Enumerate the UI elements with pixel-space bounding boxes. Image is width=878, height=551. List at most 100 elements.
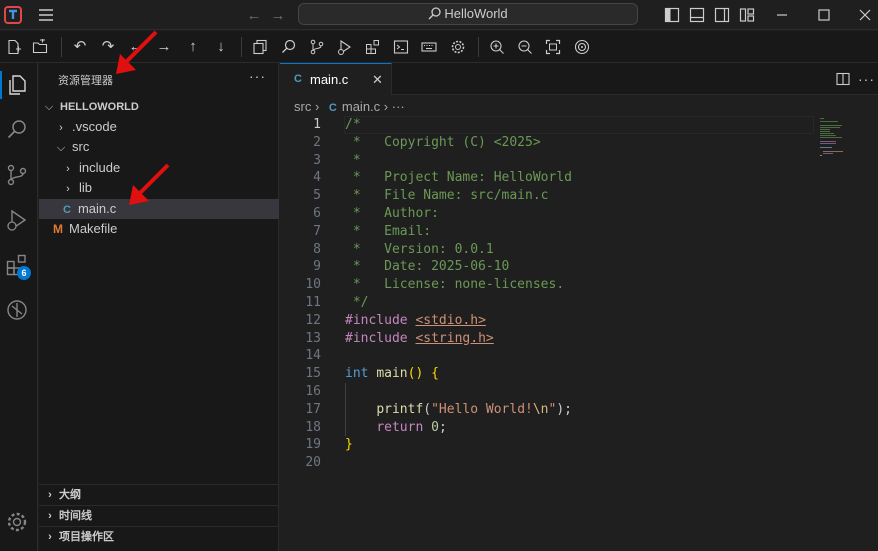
code-line: 7 * Email: (280, 223, 878, 241)
panel-label: 大纲 (59, 489, 81, 501)
copy-icon[interactable] (252, 39, 268, 55)
search-view-icon[interactable] (5, 118, 29, 142)
toggle-panel-icon[interactable] (689, 7, 705, 23)
breadcrumb-file[interactable]: main.c (342, 99, 380, 114)
chevron-right-icon: › (48, 531, 52, 543)
close-window-icon[interactable] (857, 7, 873, 23)
chevron-right-icon: › (59, 122, 63, 134)
back-arrow-icon[interactable]: ← (246, 7, 262, 24)
code-text: * (345, 152, 361, 168)
new-file-icon[interactable] (6, 39, 22, 55)
toggle-primary-sidebar-icon[interactable] (664, 7, 680, 23)
line-number: 3 (313, 152, 321, 168)
maximize-icon[interactable] (816, 7, 832, 23)
menu-icon[interactable] (38, 8, 54, 22)
customize-layout-icon[interactable] (739, 7, 755, 23)
minimap-line (820, 147, 832, 148)
tree-item-src[interactable]: ⌵ src (39, 137, 279, 157)
settings-icon[interactable] (450, 39, 466, 55)
terminal-icon[interactable] (393, 39, 409, 55)
redo-icon[interactable]: ↷ (100, 39, 116, 55)
c-file-icon: C (328, 102, 337, 114)
minimap[interactable] (820, 116, 860, 166)
run-debug-view-icon[interactable] (5, 208, 29, 232)
minimize-icon[interactable] (774, 7, 790, 23)
extensions-badge: 6 (17, 266, 31, 280)
source-control-icon[interactable] (309, 39, 325, 55)
fit-screen-icon[interactable] (545, 39, 561, 55)
chevron-right-icon: › (48, 510, 52, 522)
panel-label: 时间线 (59, 510, 92, 522)
new-folder-icon[interactable] (32, 39, 48, 55)
tree-item-include[interactable]: › include (39, 158, 279, 178)
manage-gear-icon[interactable] (5, 510, 29, 534)
code-text: */ (345, 295, 369, 310)
project-name: HELLOWORLD (60, 101, 139, 113)
forward-arrow-icon[interactable]: → (270, 7, 286, 24)
editor-tab-bar: C main.c ✕ ··· (280, 63, 878, 95)
target-icon[interactable] (574, 39, 590, 55)
zoom-in-icon[interactable] (489, 39, 505, 55)
arrow-down-icon[interactable]: ↓ (213, 39, 229, 55)
code-line: 12 #include <stdio.h> (280, 312, 878, 330)
minimap-line (820, 137, 842, 138)
indent-guide (345, 383, 346, 436)
line-number: 15 (305, 366, 321, 382)
zoom-out-icon[interactable] (517, 39, 533, 55)
breadcrumb-more[interactable]: ··· (392, 99, 405, 114)
line-number: 16 (305, 384, 321, 399)
code-text: int main() { (345, 366, 439, 382)
command-center-search[interactable]: HelloWorld (298, 3, 638, 25)
source-control-view-icon[interactable] (5, 163, 29, 187)
run-debug-icon[interactable] (337, 39, 353, 55)
tree-item-vscode[interactable]: › .vscode (39, 117, 279, 137)
more-actions-button[interactable]: ··· (249, 68, 266, 84)
back-icon[interactable]: ← (128, 39, 144, 55)
project-actions-panel-header[interactable]: › 项目操作区 (39, 526, 279, 547)
tree-item-main-c[interactable]: Cmain.c (39, 199, 279, 219)
code-text: * Copyright (C) <2025> (345, 134, 541, 150)
line-number: 10 (305, 277, 321, 293)
line-number: 6 (313, 206, 321, 221)
tab-main-c[interactable]: C main.c ✕ (280, 63, 392, 95)
explorer-icon[interactable] (5, 73, 29, 97)
editor-more-actions-icon[interactable]: ··· (858, 72, 874, 86)
chevron-down-icon: ⌵ (56, 142, 66, 154)
code-line: 11 */ (280, 294, 878, 312)
code-text: #include <string.h> (345, 330, 494, 346)
code-text: * License: none-licenses. (345, 277, 565, 293)
extensions-icon[interactable] (365, 39, 381, 55)
toggle-secondary-sidebar-icon[interactable] (714, 7, 730, 23)
minimap-line (820, 141, 836, 142)
remote-explorer-icon[interactable] (5, 298, 29, 322)
close-tab-icon[interactable]: ✕ (372, 72, 383, 88)
tree-item-lib[interactable]: › lib (39, 178, 279, 198)
chevron-down-icon: ⌵ (44, 101, 54, 113)
keyboard-icon[interactable] (421, 39, 437, 55)
forward-icon[interactable]: → (156, 39, 172, 55)
code-line: 17 printf("Hello World!\n"); (280, 401, 878, 419)
line-number: 19 (305, 437, 321, 453)
split-editor-icon[interactable] (836, 72, 850, 86)
tree-item-label: .vscode (72, 119, 117, 134)
tree-item-label: lib (79, 180, 93, 195)
minimap-line (820, 135, 836, 136)
undo-icon[interactable]: ↶ (72, 39, 88, 55)
line-number: 17 (305, 401, 321, 417)
tree-item-makefile[interactable]: M Makefile (39, 219, 279, 239)
chevron-right-icon: › (66, 183, 70, 195)
code-line: 2 * Copyright (C) <2025> (280, 134, 878, 152)
toolbar-divider (241, 37, 242, 57)
breadcrumb-separator-icon: › (314, 99, 323, 114)
find-icon[interactable] (281, 39, 297, 55)
code-text: #include <stdio.h> (345, 312, 486, 328)
breadcrumb-folder[interactable]: src (294, 99, 311, 114)
code-line: 20 (280, 454, 878, 472)
breadcrumb-separator-icon: › (383, 99, 392, 114)
project-root-row[interactable]: ⌵ HELLOWORLD (39, 96, 279, 116)
minimap-line (820, 131, 830, 132)
line-number: 12 (305, 312, 321, 328)
timeline-panel-header[interactable]: › 时间线 (39, 505, 279, 526)
outline-panel-header[interactable]: › 大纲 (39, 484, 279, 505)
arrow-up-icon[interactable]: ↑ (185, 39, 201, 55)
